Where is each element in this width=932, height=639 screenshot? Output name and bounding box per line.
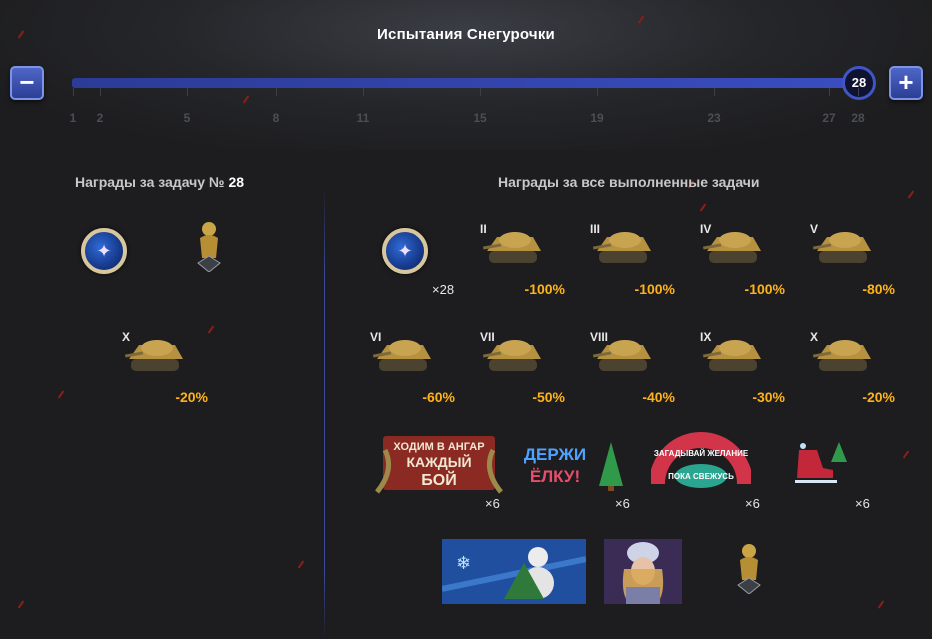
snow-maiden-portrait-image[interactable] [604,539,682,604]
slider-tick [276,88,277,96]
tank-discount: -100% [524,281,565,297]
page-title: Испытания Снегурочки [377,26,555,43]
slider-tick [480,88,481,96]
tank-discount: -100% [744,281,785,297]
tank-discount: -100% [634,281,675,297]
decrease-button[interactable]: − [10,66,44,100]
slider-tick [858,88,859,96]
slider-tick-label: 19 [590,111,604,125]
tank-discount: -20% [862,389,895,405]
slider-tick-label: 15 [473,111,487,125]
left-heading-text: Награды за задачу № [75,174,225,190]
spark-decoration [699,203,707,212]
svg-text:❄: ❄ [456,553,471,574]
slider-tick [829,88,830,96]
tank-discount: -20% [175,389,208,405]
decal-line: ЁЛКУ! [530,467,580,486]
decal-line: КАЖДЫЙ [406,453,471,470]
spark-decoration [207,325,215,334]
decal-line: ДЕРЖИ [524,445,586,464]
tank-icon[interactable] [813,229,875,269]
progress-slider-track[interactable] [72,78,858,88]
slider-tick [100,88,101,96]
increase-button[interactable]: + [889,66,923,100]
left-panel-heading: Награды за задачу № 28 [75,174,244,190]
snow-maiden-figurine-icon[interactable] [734,542,764,594]
tank-icon[interactable] [483,337,545,377]
decal-line: БОЙ [421,470,456,489]
slider-tick-label: 11 [356,111,370,125]
spark-decoration [877,600,885,609]
progress-slider-handle[interactable]: 28 [842,66,876,100]
decal-count: ×6 [615,496,630,511]
slider-tick-label: 5 [183,111,191,125]
decal-count: ×6 [485,496,500,511]
left-heading-number: 28 [228,174,245,190]
spark-decoration [907,190,915,199]
snowman-style-image[interactable]: ❄ [442,539,586,604]
snow-maiden-figurine-icon[interactable] [194,220,224,272]
decal-line: ХОДИМ В АНГАР [393,441,484,453]
progress-slider-fill [72,78,858,88]
decal-hangar-every-battle[interactable]: ХОДИМ В АНГАР КАЖДЫЙ БОЙ [375,430,503,496]
decal-count: ×6 [855,496,870,511]
slider-tick [187,88,188,96]
slider-tick-label: 27 [822,111,836,125]
decal-line: ПОКА СВЕЖУСЬ [668,472,734,481]
spark-decoration [297,560,305,569]
decal-skate-icon[interactable] [789,438,849,488]
decal-count: ×6 [745,496,760,511]
tank-discount: -50% [532,389,565,405]
tank-icon[interactable] [483,229,545,269]
slider-tick-label: 23 [707,111,721,125]
tank-discount: -40% [642,389,675,405]
tank-icon[interactable] [813,337,875,377]
decal-hold-the-tree[interactable]: ДЕРЖИ ЁЛКУ! [515,436,625,492]
tank-icon[interactable] [125,337,187,377]
spark-decoration [57,390,65,399]
tank-discount: -60% [422,389,455,405]
tank-discount: -80% [862,281,895,297]
header-background [0,0,932,150]
medal-count: ×28 [432,282,455,297]
slider-tick [714,88,715,96]
tank-icon[interactable] [593,337,655,377]
right-panel-heading: Награды за все выполненные задачи [498,174,760,190]
medal-icon[interactable] [382,228,428,274]
slider-tick [363,88,364,96]
decal-make-a-wish[interactable]: ЗАГАДЫВАЙ ЖЕЛАНИЕ ПОКА СВЕЖУСЬ [651,432,751,494]
tank-icon[interactable] [703,337,765,377]
slider-tick [597,88,598,96]
slider-tick-label: 1 [69,111,77,125]
tank-icon[interactable] [373,337,435,377]
tank-icon[interactable] [703,229,765,269]
spark-decoration [17,600,25,609]
slider-tick-label: 8 [272,111,280,125]
medal-icon[interactable] [81,228,127,274]
tank-discount: -30% [752,389,785,405]
tank-icon[interactable] [593,229,655,269]
decal-line: ЗАГАДЫВАЙ ЖЕЛАНИЕ [654,449,749,458]
slider-tick [73,88,74,96]
slider-tick-label: 28 [851,111,865,125]
panel-divider [324,186,325,639]
spark-decoration [902,450,910,459]
slider-tick-label: 2 [96,111,104,125]
